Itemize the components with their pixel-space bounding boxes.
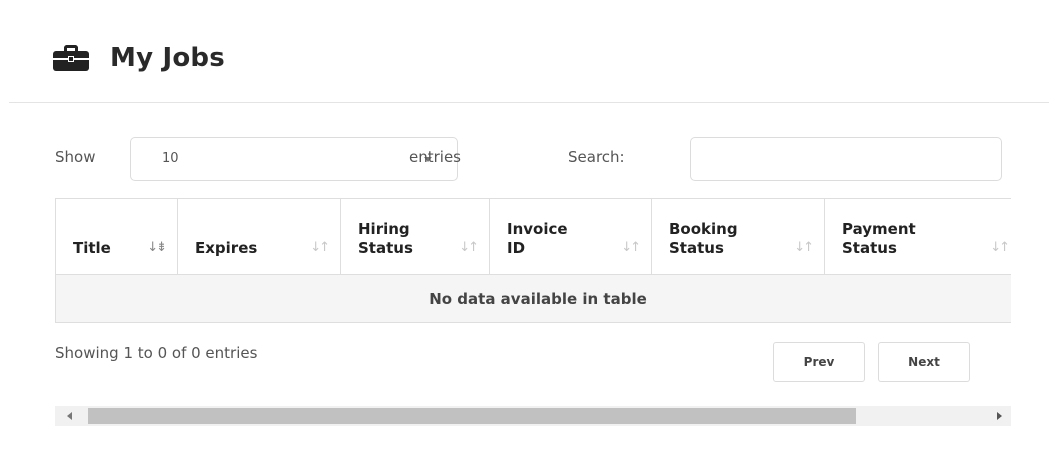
column-header-expires[interactable]: Expires ↓↑ [177,198,341,275]
column-header-label: ID [507,239,526,257]
column-header-payment-status[interactable]: Payment Status ↓↑ [824,198,1011,275]
column-header-booking-status[interactable]: Booking Status ↓↑ [651,198,825,275]
column-header-label: Booking [669,220,738,238]
page-title: My Jobs [110,43,225,73]
column-header-label: Title [73,239,111,257]
column-header-hiring-status[interactable]: Hiring Status ↓↑ [340,198,490,275]
sort-icon: ↓↑ [459,240,479,255]
entries-length-value: 10 [162,151,179,166]
search-label: Search: [568,148,625,166]
search-input[interactable] [690,137,1002,181]
header-divider [9,102,1049,103]
page-header: My Jobs [53,38,225,78]
entries-label: entries [409,148,461,166]
sort-ascending-icon: ↓⇟ [147,240,167,255]
jobs-table: Title ↓⇟ Expires ↓↑ Hiring Status ↓↑ Inv… [55,198,1011,323]
empty-table-message: No data available in table [55,274,1011,323]
column-header-label: Expires [195,239,258,257]
table-info: Showing 1 to 0 of 0 entries [55,344,258,362]
show-label: Show [55,148,96,166]
column-header-title[interactable]: Title ↓⇟ [55,198,178,275]
column-header-label: Status [669,239,724,257]
scroll-left-icon[interactable] [67,412,72,420]
sort-icon: ↓↑ [621,240,641,255]
table-controls: Show 10 entries Search: [55,137,1002,181]
jobs-table-container: Title ↓⇟ Expires ↓↑ Hiring Status ↓↑ Inv… [55,198,1011,324]
column-header-label: Status [842,239,897,257]
horizontal-scrollbar[interactable] [55,406,1011,426]
briefcase-icon [53,45,89,71]
sort-icon: ↓↑ [794,240,814,255]
prev-button[interactable]: Prev [773,342,865,382]
table-row: No data available in table [55,274,1011,323]
column-header-label: Invoice [507,220,568,238]
scroll-right-icon[interactable] [997,412,1002,420]
column-header-invoice-id[interactable]: Invoice ID ↓↑ [489,198,652,275]
table-header-row: Title ↓⇟ Expires ↓↑ Hiring Status ↓↑ Inv… [55,198,1011,275]
column-header-label: Status [358,239,413,257]
scrollbar-thumb[interactable] [88,408,856,424]
column-header-label: Payment [842,220,916,238]
next-button[interactable]: Next [878,342,970,382]
sort-icon: ↓↑ [310,240,330,255]
column-header-label: Hiring [358,220,410,238]
sort-icon: ↓↑ [990,240,1010,255]
